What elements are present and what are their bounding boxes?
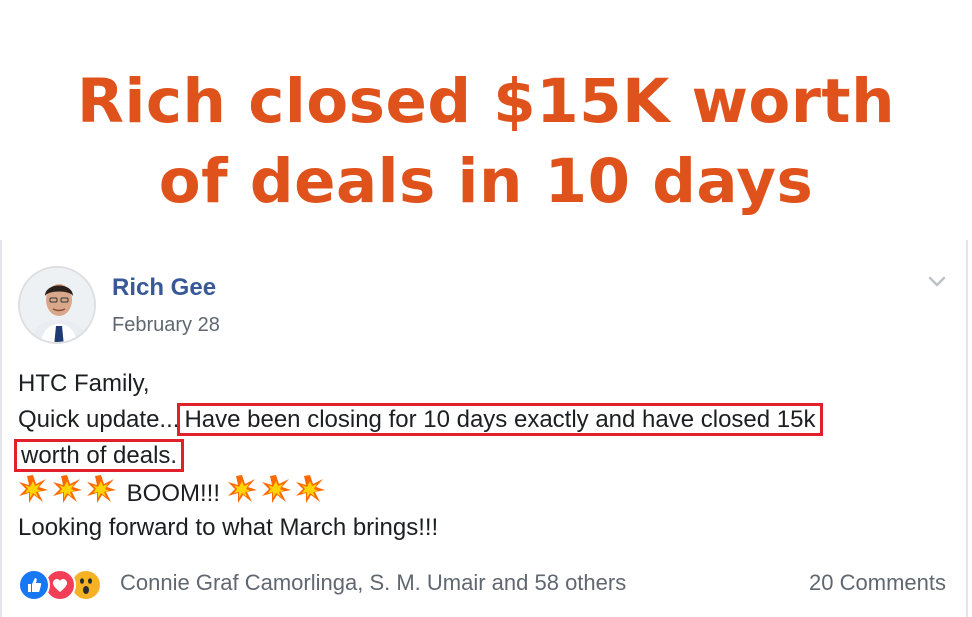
reactions-row: Connie Graf Camorlinga, S. M. Umair and … <box>18 566 946 602</box>
post-body: HTC Family, Quick update... Have been clo… <box>14 366 950 546</box>
like-icon <box>18 569 50 601</box>
collision-icon <box>19 475 48 503</box>
post-date[interactable]: February 28 <box>112 314 220 337</box>
highlighted-text-part-2: worth of deals. <box>14 439 185 472</box>
highlighted-text-part-1: Have been closing for 10 days exactly an… <box>177 403 823 436</box>
collision-emoji-group-right <box>227 474 329 515</box>
headline-line-2: of deals in 10 days <box>158 146 814 217</box>
reaction-icons[interactable] <box>18 569 114 601</box>
post-closing-line: Looking forward to what March brings!!! <box>18 514 439 541</box>
update-prefix: Quick update... <box>18 406 180 433</box>
avatar[interactable] <box>18 266 96 344</box>
headline-line-1: Rich closed $15K worth <box>76 66 896 137</box>
post-highlight-line-2: worth of deals. <box>14 438 950 474</box>
reaction-names[interactable]: Connie Graf Camorlinga, S. M. Umair and … <box>120 570 626 596</box>
collision-emoji-group-left <box>18 474 120 515</box>
avatar-photo-icon <box>20 268 94 342</box>
facebook-post-card: Rich Gee February 28 HTC Family, Quick u… <box>0 240 968 617</box>
headline: Rich closed $15K worth of deals in 10 da… <box>0 62 972 222</box>
post-boom-line: BOOM!!! <box>18 474 950 510</box>
post-greeting: HTC Family, <box>18 370 150 397</box>
comments-count[interactable]: 20 Comments <box>809 570 946 596</box>
chevron-down-icon[interactable] <box>926 270 948 292</box>
author-name[interactable]: Rich Gee <box>112 274 216 302</box>
post-update-line: Quick update... Have been closing for 10 … <box>18 402 950 438</box>
boom-text: BOOM!!! <box>126 479 221 507</box>
